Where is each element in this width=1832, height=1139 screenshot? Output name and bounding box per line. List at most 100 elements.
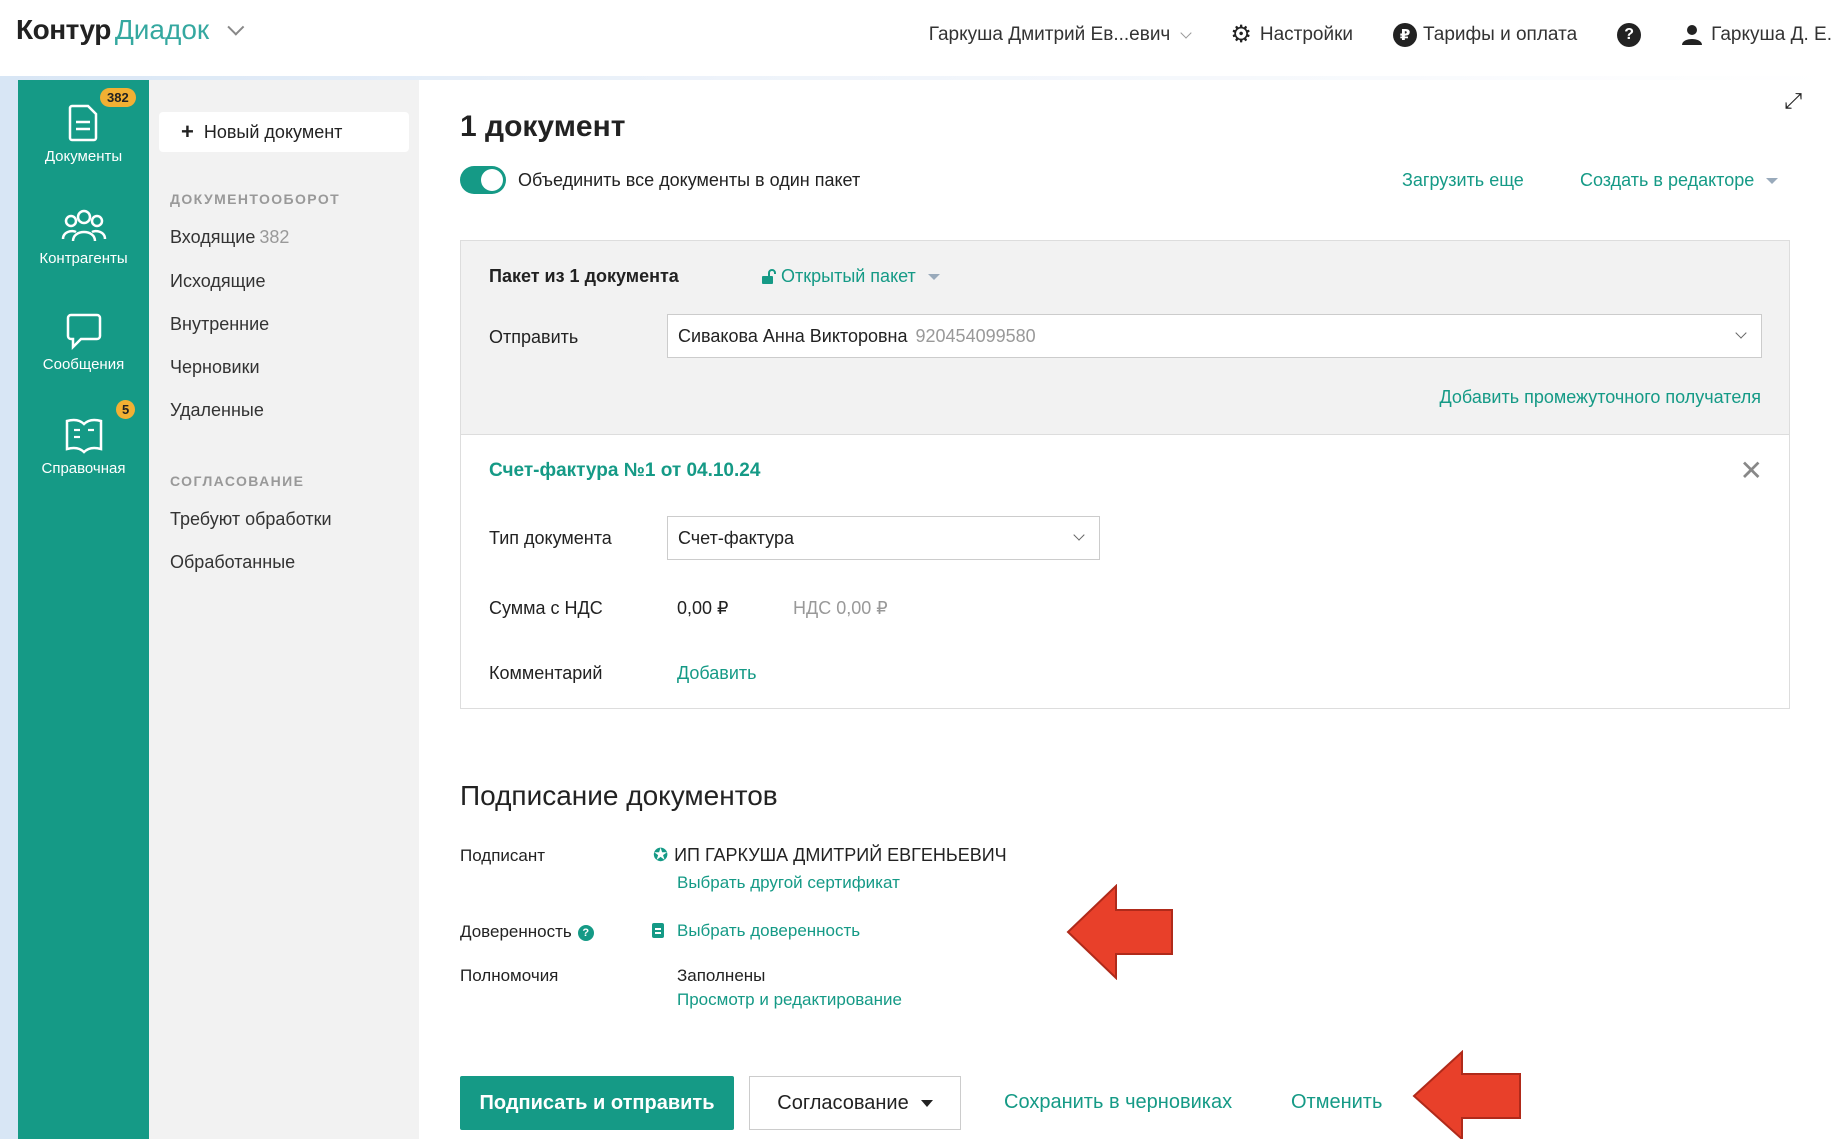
- page-title: 1 документ: [460, 110, 626, 143]
- nav-documents[interactable]: Документы: [18, 104, 149, 165]
- document-type-value: Счет-фактура: [678, 527, 794, 548]
- expand-icon[interactable]: ⤢: [1784, 88, 1802, 114]
- chevron-down-icon: [1180, 26, 1193, 39]
- package-title: Пакет из 1 документа: [489, 266, 679, 286]
- recipient-name: Сивакова Анна Викторовна: [678, 325, 908, 346]
- sum-label: Сумма с НДС: [489, 598, 603, 618]
- help-icon: ?: [1617, 22, 1642, 47]
- document-type-label: Тип документа: [489, 528, 612, 548]
- users-icon: [61, 209, 106, 242]
- sub-nav-drafts[interactable]: Черновики: [170, 357, 260, 378]
- close-icon[interactable]: ✕: [1740, 457, 1763, 485]
- powers-label: Полномочия: [460, 966, 559, 985]
- vat-value: НДС 0,00 ₽: [793, 598, 888, 618]
- org-selector[interactable]: Гаркуша Дмитрий Ев...евич: [928, 23, 1193, 46]
- user-icon: [1682, 24, 1703, 45]
- book-icon: [65, 418, 102, 454]
- section-header-docflow: ДОКУМЕНТООБОРОТ: [170, 191, 341, 207]
- plus-icon: +: [181, 119, 194, 144]
- settings-link[interactable]: ⚙ Настройки: [1230, 20, 1353, 49]
- signer-name: ✪ ИП ГАРКУША ДМИТРИЙ ЕВГЕНЬЕВИЧ: [653, 845, 1007, 866]
- package-type-label: Открытый пакет: [781, 266, 916, 286]
- top-right-menu: Гаркуша Дмитрий Ев...евич ⚙ Настройки ₽ …: [929, 20, 1832, 49]
- org-selector-label: Гаркуша Дмитрий Ев...евич: [928, 23, 1171, 45]
- create-in-editor-dropdown[interactable]: Создать в редакторе: [1580, 170, 1779, 191]
- section-header-approval: СОГЛАСОВАНИЕ: [170, 473, 305, 489]
- documents-count-badge: 382: [100, 88, 136, 107]
- new-document-button[interactable]: + Новый документ: [159, 112, 409, 152]
- sub-nav-deleted[interactable]: Удаленные: [170, 400, 264, 421]
- package-panel: Пакет из 1 документа Открытый пакет Отпр…: [460, 240, 1790, 435]
- signer-name-text: ИП ГАРКУША ДМИТРИЙ ЕВГЕНЬЕВИЧ: [674, 845, 1007, 865]
- unlock-icon: [762, 268, 776, 284]
- nav-contractors[interactable]: Контрагенты: [18, 208, 149, 267]
- cancel-link[interactable]: Отменить: [1291, 1091, 1382, 1114]
- document-title-link[interactable]: Счет-фактура №1 от 04.10.24: [489, 460, 760, 482]
- gear-icon: ⚙: [1230, 21, 1252, 48]
- nav-reference[interactable]: Справочная: [18, 416, 149, 477]
- document-panel: Счет-фактура №1 от 04.10.24 ✕ Тип докуме…: [460, 435, 1790, 709]
- certificate-icon: ✪: [653, 845, 669, 865]
- upload-more-link[interactable]: Загрузить еще: [1402, 170, 1524, 191]
- sub-nav: + Новый документ ДОКУМЕНТООБОРОТ Входящи…: [149, 80, 419, 1139]
- merge-toggle-label: Объединить все документы в один пакет: [518, 170, 861, 190]
- user-name: Гаркуша Д. Е.: [1711, 23, 1832, 45]
- powers-value: Заполнены: [677, 966, 766, 985]
- nav-reference-label: Справочная: [41, 460, 126, 477]
- settings-label: Настройки: [1259, 23, 1354, 45]
- sum-value: 0,00 ₽: [677, 598, 729, 618]
- main-content: ⤢ 1 документ Объединить все документы в …: [419, 80, 1832, 1139]
- package-type-dropdown[interactable]: Открытый пакет: [761, 266, 940, 287]
- signer-label: Подписант: [460, 846, 546, 865]
- sub-nav-need-processing[interactable]: Требуют обработки: [170, 509, 332, 530]
- approval-dropdown-button[interactable]: Согласование: [749, 1076, 961, 1130]
- merge-toggle[interactable]: [460, 166, 506, 194]
- help-icon[interactable]: ?: [577, 924, 594, 941]
- sub-nav-outgoing[interactable]: Исходящие: [170, 271, 265, 292]
- chevron-down-icon[interactable]: [227, 18, 245, 36]
- document-type-select[interactable]: Счет-фактура: [667, 516, 1100, 560]
- top-bar: Контур Диадок Гаркуша Дмитрий Ев...евич …: [0, 0, 1832, 76]
- nav-contractors-label: Контрагенты: [39, 250, 128, 267]
- new-document-label: Новый документ: [203, 121, 343, 142]
- app-logo[interactable]: Контур Диадок: [16, 14, 245, 46]
- caret-down-icon: [927, 273, 940, 280]
- sub-nav-processed[interactable]: Обработанные: [170, 552, 295, 573]
- caret-down-icon: [1766, 177, 1779, 184]
- document-icon: [652, 923, 664, 938]
- sub-nav-internal[interactable]: Внутренние: [170, 314, 269, 335]
- approval-label: Согласование: [777, 1091, 909, 1114]
- add-intermediate-recipient-link[interactable]: Добавить промежуточного получателя: [1440, 387, 1761, 408]
- sub-nav-incoming[interactable]: Входящие 382: [170, 227, 289, 248]
- recipient-select[interactable]: Сивакова Анна Викторовна 920454099580: [667, 314, 1762, 358]
- main-nav: Документы 382 Контрагенты Сообщения Спра…: [18, 80, 149, 1139]
- choose-poa-link[interactable]: Выбрать доверенность: [677, 921, 860, 941]
- send-label: Отправить: [489, 327, 579, 347]
- comment-label: Комментарий: [489, 663, 603, 683]
- nav-messages-label: Сообщения: [42, 356, 125, 373]
- add-comment-link[interactable]: Добавить: [677, 663, 757, 684]
- document-icon: [68, 104, 97, 142]
- poa-label-row: Доверенность?: [460, 922, 594, 942]
- tariffs-label: Тарифы и оплата: [1423, 23, 1578, 45]
- save-draft-link[interactable]: Сохранить в черновиках: [1004, 1091, 1232, 1114]
- incoming-label: Входящие: [170, 227, 256, 247]
- choose-certificate-link[interactable]: Выбрать другой сертификат: [677, 873, 900, 893]
- tariffs-link[interactable]: ₽ Тарифы и оплата: [1393, 22, 1578, 47]
- nav-messages[interactable]: Сообщения: [18, 312, 149, 373]
- poa-label: Доверенность: [460, 922, 572, 941]
- powers-edit-link[interactable]: Просмотр и редактирование: [677, 990, 902, 1010]
- sign-and-send-button[interactable]: Подписать и отправить: [460, 1076, 734, 1130]
- help-button[interactable]: ?: [1617, 22, 1642, 47]
- caret-down-icon: [920, 1099, 933, 1107]
- ruble-icon: ₽: [1393, 22, 1418, 47]
- chat-icon: [66, 313, 101, 350]
- signing-heading: Подписание документов: [460, 780, 778, 811]
- red-arrow-icon: [1066, 884, 1173, 980]
- chevron-down-icon: [1735, 327, 1747, 339]
- red-arrow-icon: [1412, 1050, 1521, 1139]
- recipient-inn: 920454099580: [915, 325, 1036, 346]
- logo-kontur: Контур: [16, 14, 111, 45]
- user-menu[interactable]: Гаркуша Д. Е.: [1681, 24, 1832, 46]
- nav-documents-label: Документы: [44, 148, 123, 165]
